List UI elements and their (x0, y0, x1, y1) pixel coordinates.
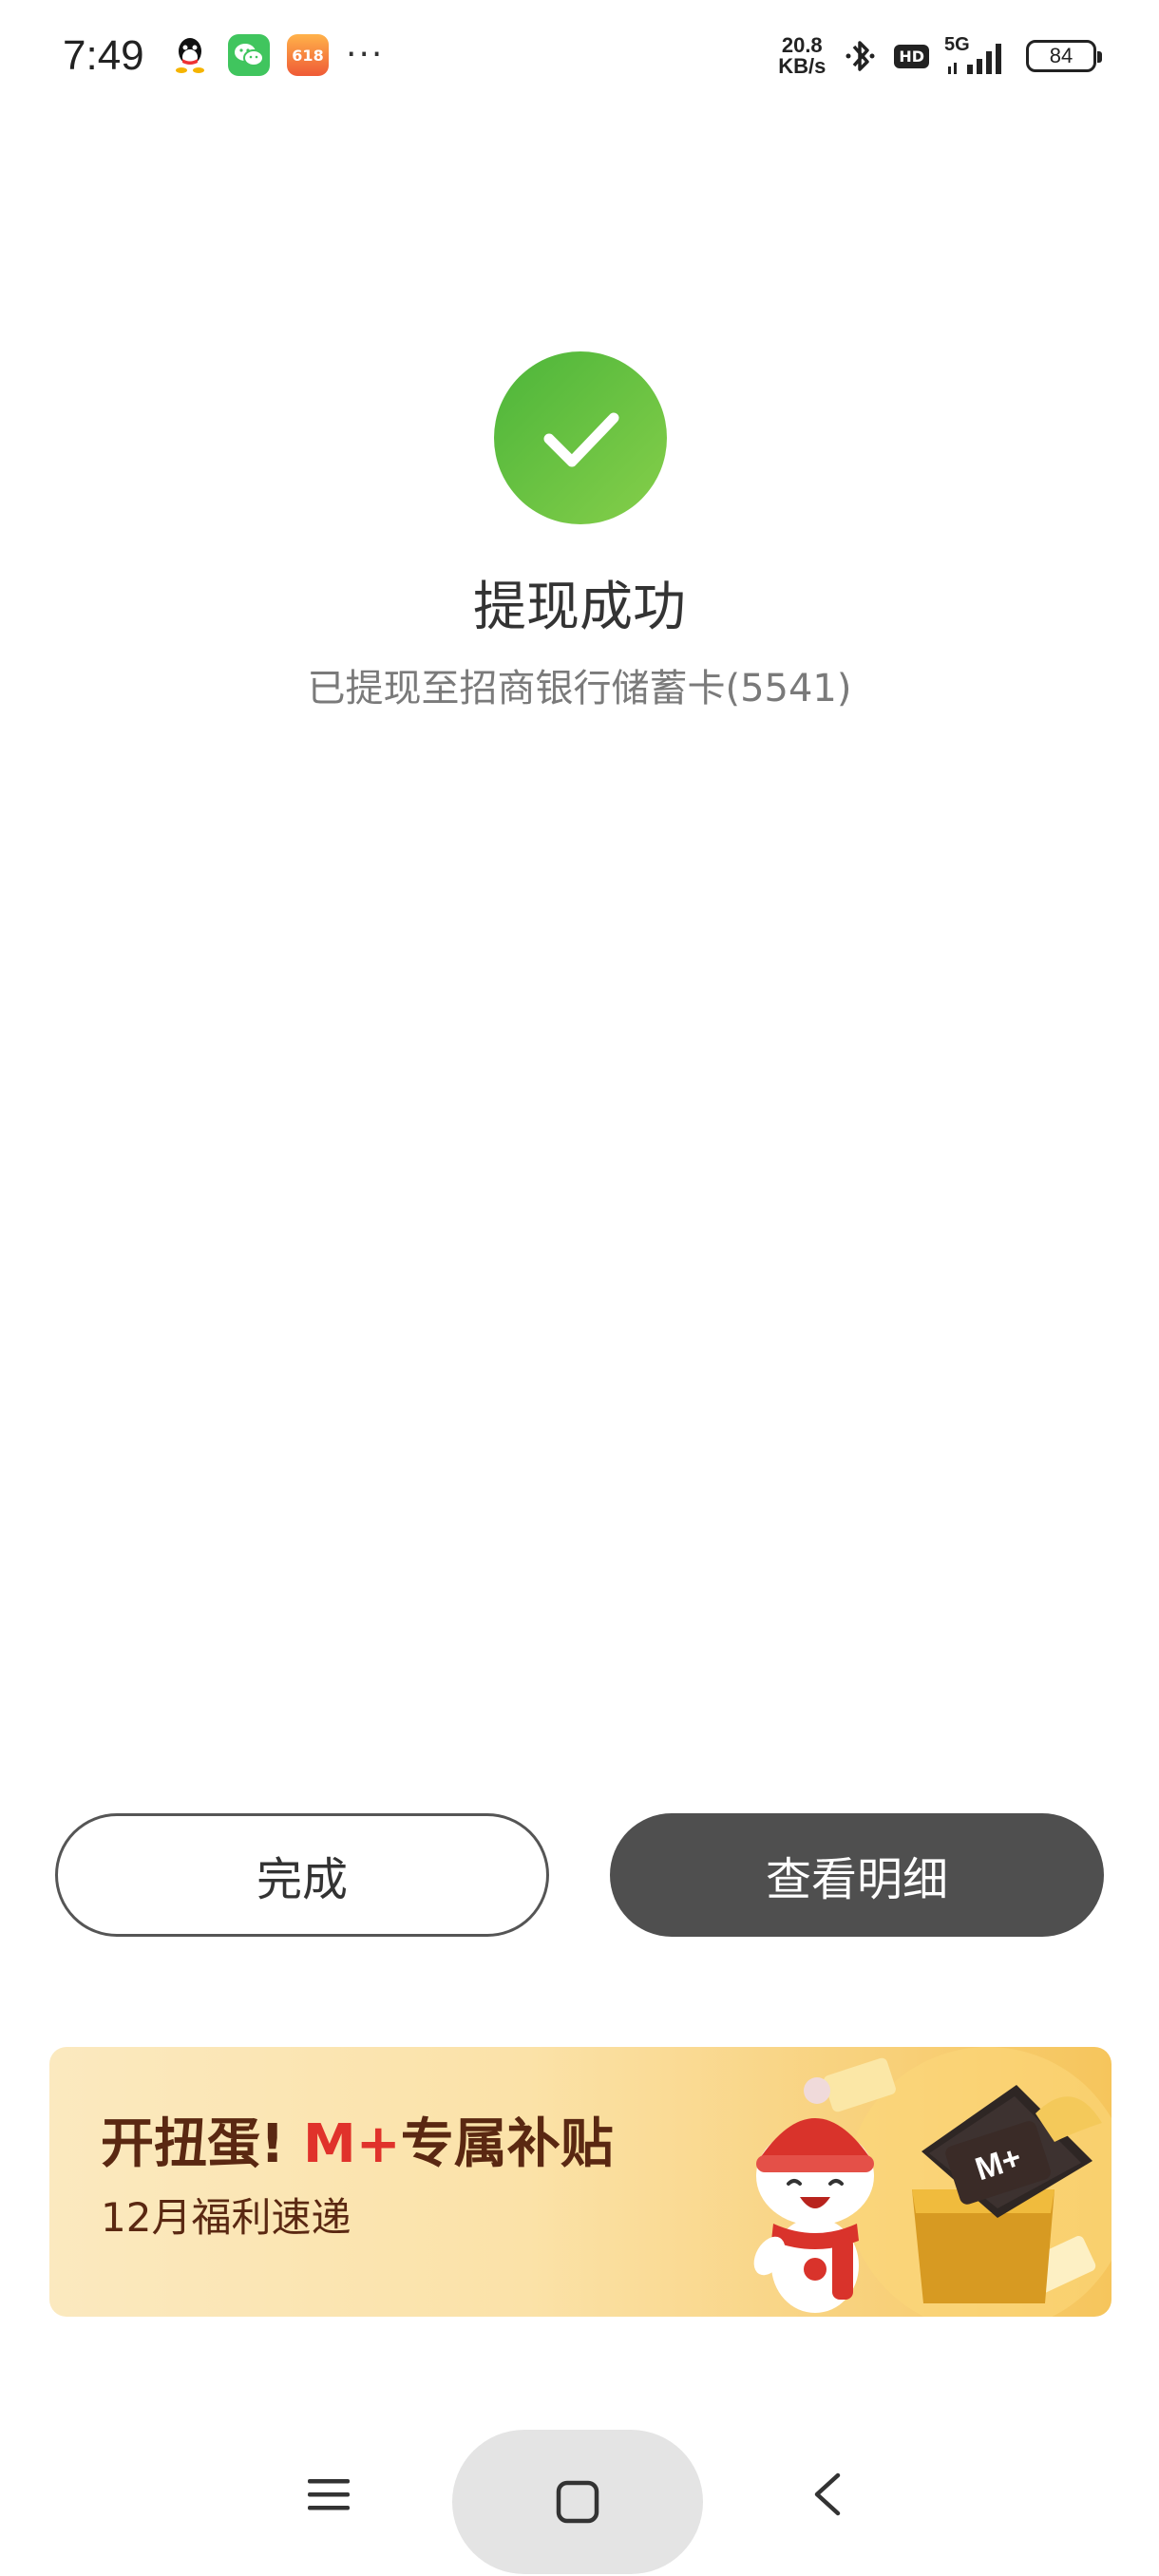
app-618-icon: 618 (287, 34, 329, 76)
bluetooth-icon (846, 41, 875, 71)
done-button-label: 完成 (256, 1853, 348, 1906)
signal-icon: 5G (944, 34, 1011, 78)
view-details-button[interactable]: 查看明细 (610, 1813, 1104, 1937)
banner-title-prefix: 开扭蛋! (101, 2113, 304, 2175)
status-time: 7:49 (63, 32, 144, 79)
banner-subtitle: 12月福利速递 (101, 2194, 352, 2241)
mascot-gift-box-illustration: M+ (753, 2047, 1112, 2317)
result-title: 提现成功 (473, 577, 686, 638)
status-bar: 7:49 618 ··· 20.8 KB/s HD 5G 84 (0, 0, 1159, 112)
qq-icon (169, 34, 211, 76)
view-details-button-label: 查看明细 (765, 1853, 948, 1906)
result-subtitle: 已提现至招商银行储蓄卡(5541) (307, 667, 852, 710)
network-speed-unit: KB/s (778, 54, 826, 78)
done-button[interactable]: 完成 (55, 1813, 549, 1937)
battery-icon: 84 (1026, 40, 1102, 72)
more-notifications-icon: ··· (346, 35, 385, 74)
home-icon (556, 2480, 599, 2524)
promo-banner[interactable]: 开扭蛋! M+专属补贴 12月福利速递 M+ (49, 2047, 1112, 2317)
system-icons: 20.8 KB/s HD 5G 84 (778, 28, 1102, 84)
notification-icons: 618 ··· (169, 34, 384, 76)
system-navigation-bar (0, 2413, 1159, 2576)
banner-title-suffix: 专属补贴 (400, 2113, 614, 2175)
banner-title-accent: M+ (303, 2113, 401, 2175)
wechat-icon (228, 34, 270, 76)
banner-title: 开扭蛋! M+专属补贴 (101, 2112, 614, 2178)
network-speed: 20.8 KB/s (778, 35, 826, 77)
check-circle-icon (494, 351, 667, 524)
home-button[interactable] (452, 2430, 703, 2574)
hd-badge: HD (894, 44, 929, 68)
back-icon[interactable] (804, 2468, 857, 2521)
app-618-label: 618 (292, 46, 324, 65)
menu-icon[interactable] (302, 2468, 355, 2521)
network-speed-value: 20.8 (781, 33, 823, 57)
battery-level: 84 (1049, 44, 1074, 67)
